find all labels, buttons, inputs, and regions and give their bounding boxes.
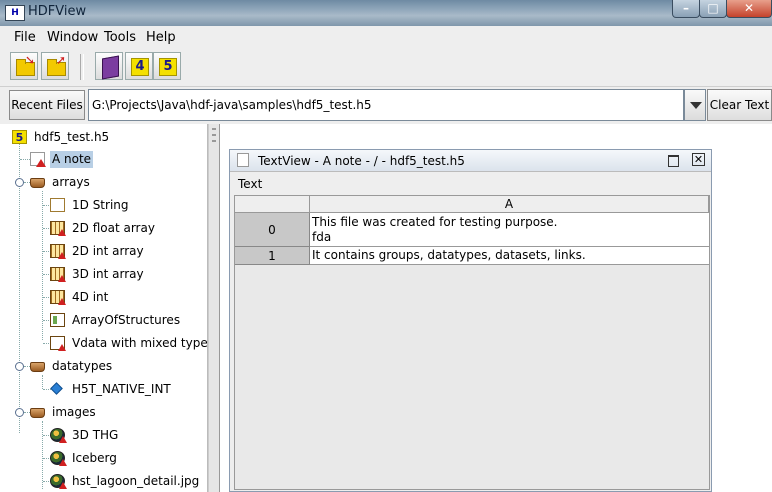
table-cell-line: It contains groups, datatypes, datasets,… (312, 248, 586, 262)
close-file-button[interactable]: ➚ (41, 52, 69, 80)
menu-bar: File Window Tools Help (0, 26, 772, 48)
recent-files-button[interactable]: Recent Files (9, 90, 85, 120)
hdf-logo-icon: H (5, 5, 25, 21)
expand-toggle-images[interactable] (15, 408, 24, 417)
text-note-icon (237, 153, 249, 167)
close-icon[interactable]: ✕ (692, 153, 705, 166)
datatype-icon (50, 382, 63, 395)
image-icon (50, 474, 67, 489)
restore-window-icon[interactable] (668, 155, 679, 167)
clear-text-button[interactable]: Clear Text (707, 89, 772, 121)
hdf5-library-icon: 5 (159, 58, 177, 76)
hdf4-library-button[interactable]: 4 (125, 52, 153, 80)
users-guide-button[interactable] (95, 52, 123, 80)
table-cell-line: fda (312, 230, 332, 244)
window-title: HDFView (28, 4, 87, 19)
toolbar-separator (80, 54, 84, 80)
maximize-button[interactable]: □ (699, 0, 727, 18)
menu-tools[interactable]: Tools (104, 30, 136, 45)
textview-title: TextView - A note - / - hdf5_test.h5 (258, 154, 465, 168)
group-folder-icon (30, 408, 45, 418)
hdf5-file-icon: 5 (12, 130, 27, 144)
row-header-1[interactable]: 1 (235, 247, 310, 265)
image-icon (50, 451, 67, 466)
menu-help[interactable]: Help (146, 30, 176, 45)
close-button[interactable]: ✕ (726, 0, 772, 18)
dataset-icon (50, 290, 66, 305)
window-title-bar[interactable] (0, 0, 772, 26)
vdata-icon (50, 336, 66, 351)
column-header-a[interactable]: A (310, 196, 709, 213)
minimize-button[interactable]: – (672, 0, 700, 18)
string-dataset-icon (50, 198, 65, 212)
hdf4-library-icon: 4 (131, 58, 149, 76)
chevron-down-icon[interactable] (684, 89, 706, 121)
table-row[interactable]: It contains groups, datatypes, datasets,… (310, 247, 709, 265)
text-note-icon (30, 152, 46, 167)
expand-toggle-arrays[interactable] (15, 178, 24, 187)
expand-toggle-datatypes[interactable] (15, 362, 24, 371)
dataset-icon (50, 267, 66, 282)
dataset-icon (50, 221, 66, 236)
corner-header (235, 196, 310, 213)
dataset-icon (50, 244, 66, 259)
menu-file[interactable]: File (14, 30, 36, 45)
menu-text[interactable]: Text (238, 177, 262, 191)
file-tree[interactable]: 5 hdf5_test.h5 A note arrays 1D String 2… (0, 124, 208, 492)
table-cell-line: This file was created for testing purpos… (312, 215, 558, 229)
file-path-combobox[interactable]: G:\Projects\Java\hdf-java\samples\hdf5_t… (88, 89, 684, 121)
group-folder-icon (30, 362, 45, 372)
text-table[interactable]: A 0 This file was created for testing pu… (234, 195, 710, 490)
table-row[interactable]: This file was created for testing purpos… (310, 213, 709, 247)
open-file-button[interactable]: ➘ (10, 52, 38, 80)
menu-window[interactable]: Window (47, 30, 98, 45)
split-pane-divider[interactable] (208, 124, 219, 492)
compound-dataset-icon (50, 313, 65, 327)
toolbar: ➘ ➚ 4 5 (0, 48, 772, 87)
group-folder-icon (30, 178, 45, 188)
users-guide-book-icon (102, 55, 119, 80)
image-icon (50, 428, 67, 443)
hdf5-library-button[interactable]: 5 (153, 52, 181, 80)
row-header-0[interactable]: 0 (235, 213, 310, 247)
